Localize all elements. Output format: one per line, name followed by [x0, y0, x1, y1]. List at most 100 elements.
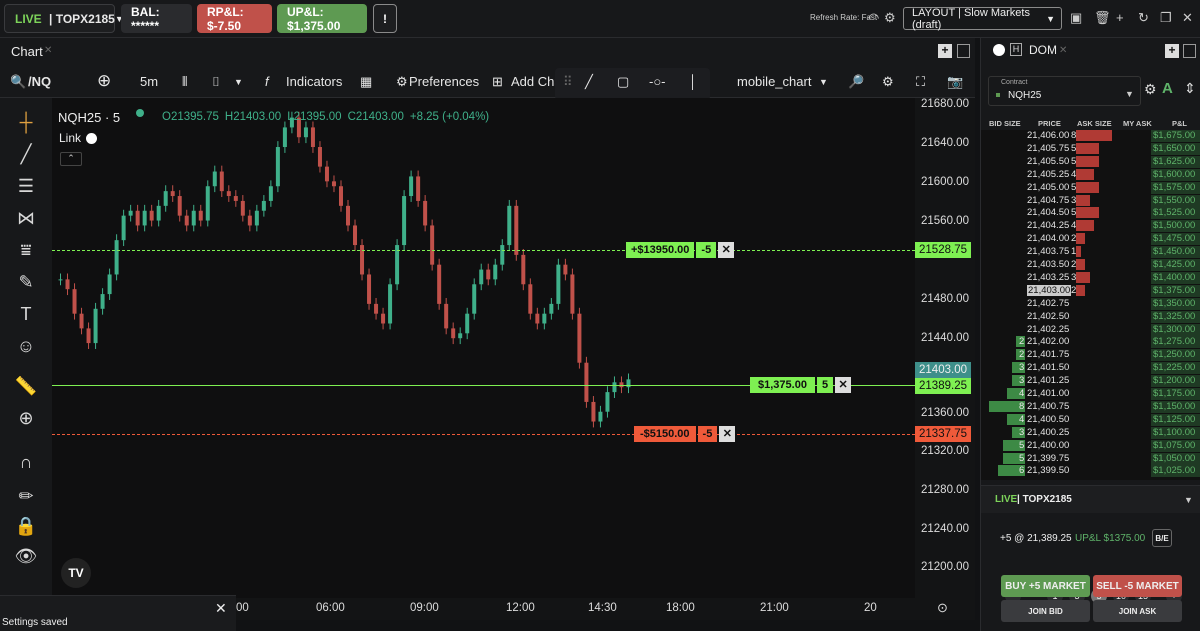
price-cell[interactable]: 21,400.75	[1027, 401, 1069, 412]
breakeven-button[interactable]: B/E	[1152, 529, 1172, 547]
price-cell[interactable]: 21,403.00	[1027, 284, 1072, 296]
dom-row[interactable]: 4 21,401.00 $1,175.00	[981, 388, 1200, 400]
price-cell[interactable]: 21,403.25	[1027, 272, 1069, 283]
price-cell[interactable]: 21,401.50	[1027, 362, 1069, 373]
dom-row[interactable]: 3 21,401.50 $1,225.00	[981, 362, 1200, 375]
brush-icon[interactable]: ✎	[14, 272, 38, 293]
price-cell[interactable]: 21,401.00	[1027, 388, 1069, 399]
buy-market-button[interactable]: BUY +5 MARKET	[1001, 575, 1090, 597]
pattern-icon[interactable]: ⋈	[14, 208, 38, 229]
close-icon[interactable]: ✕	[1059, 45, 1067, 56]
emoji-icon[interactable]: ☺	[14, 336, 38, 357]
price-cell[interactable]: 21,401.25	[1027, 375, 1069, 386]
dom-row[interactable]: 2 21,401.75 $1,250.00	[981, 349, 1200, 362]
price-cell[interactable]: 21,404.25	[1027, 220, 1069, 231]
interval-selector[interactable]: 5m	[140, 74, 158, 89]
dom-row[interactable]: 21,405.50 5 $1,625.00	[981, 155, 1200, 168]
close-icon[interactable]: ✕	[718, 242, 735, 258]
templates-icon[interactable]: ▦	[360, 74, 372, 90]
close-icon[interactable]: ✕	[1182, 10, 1193, 26]
symbol-search[interactable]: /NQ	[28, 74, 51, 89]
sell-market-button[interactable]: SELL -5 MARKET	[1093, 575, 1182, 597]
price-cell[interactable]: 21,400.25	[1027, 427, 1069, 438]
contract-selector[interactable]: Contract NQH25 ▼	[988, 76, 1141, 106]
dom-link-icon[interactable]	[993, 44, 1005, 56]
dom-row[interactable]: 21,403.75 1 $1,450.00	[981, 246, 1200, 259]
dom-row[interactable]: 21,404.25 4 $1,500.00	[981, 220, 1200, 233]
collapse-icon[interactable]: ⌃	[60, 152, 82, 166]
balance-badge[interactable]: BAL: ******	[121, 4, 192, 33]
camera-icon[interactable]: 📷	[947, 74, 963, 90]
zoom-in-icon[interactable]: ⊕	[14, 408, 38, 429]
horizontal-line-icon[interactable]: -○-	[649, 74, 666, 89]
price-cell[interactable]: 21,402.50	[1027, 311, 1069, 322]
trend-line-icon[interactable]: ╱	[585, 74, 593, 90]
trash-icon[interactable]: 🗑	[1094, 10, 1111, 26]
add-panel-icon[interactable]: +	[938, 44, 952, 58]
price-cell[interactable]: 21,402.75	[1027, 298, 1069, 309]
chevron-down-icon[interactable]: ▼	[819, 77, 828, 87]
restore-icon[interactable]: ❐	[1160, 10, 1172, 26]
dom-row[interactable]: 5 21,400.00 $1,075.00	[981, 439, 1200, 452]
dom-row[interactable]: 21,403.25 3 $1,400.00	[981, 271, 1200, 284]
price-cell[interactable]: 21,399.50	[1027, 465, 1069, 476]
position-tag[interactable]: $1,375.00 5 ✕	[750, 377, 852, 393]
join-bid-button[interactable]: JOIN BID	[1001, 600, 1090, 622]
bar-style-icon[interactable]: ⫴	[182, 74, 187, 90]
dom-row[interactable]: 21,405.75 5 $1,650.00	[981, 142, 1200, 155]
realized-pnl-badge[interactable]: RP&L: $-7.50	[197, 4, 272, 33]
save-icon[interactable]: ▣	[1070, 10, 1082, 26]
target-order-tag[interactable]: +$13950.00 -5 ✕	[626, 242, 735, 258]
add-icon[interactable]: +	[1116, 10, 1124, 25]
center-icon[interactable]: ⇕	[1184, 80, 1196, 97]
price-chart[interactable]: NQH25 · 5 O21395.75 H21403.00 L21395.00 …	[52, 98, 915, 598]
price-cell[interactable]: 21,402.25	[1027, 324, 1069, 335]
dom-row[interactable]: 21,403.00 2 $1,375.00	[981, 284, 1200, 297]
price-axis[interactable]: 21680.00 21640.00 21600.00 21560.00 2148…	[915, 98, 975, 598]
ruler-icon[interactable]: 📏	[14, 376, 38, 397]
target-order-line[interactable]	[52, 250, 915, 251]
prediction-icon[interactable]: ⩸	[14, 240, 38, 261]
close-icon[interactable]: ✕	[835, 377, 852, 393]
price-cell[interactable]: 21,404.75	[1027, 195, 1069, 206]
gear-icon[interactable]: ⚙	[1144, 81, 1157, 98]
dom-row[interactable]: 3 21,401.25 $1,200.00	[981, 375, 1200, 388]
price-cell[interactable]: 21,400.00	[1027, 440, 1069, 451]
dom-row[interactable]: 21,402.75 $1,350.00	[981, 297, 1200, 310]
price-cell[interactable]: 21,405.50	[1027, 156, 1069, 167]
chart-settings-icon[interactable]: ⚙	[882, 74, 894, 90]
price-cell[interactable]: 21,401.75	[1027, 349, 1069, 360]
lock-icon[interactable]: 🔒	[14, 516, 38, 537]
price-cell[interactable]: 21,405.75	[1027, 143, 1069, 154]
lock-drawing-icon[interactable]: ✏	[14, 486, 38, 507]
dom-row[interactable]: 2 21,402.00 $1,275.00	[981, 336, 1200, 349]
dom-row[interactable]: 21,405.25 4 $1,600.00	[981, 168, 1200, 181]
tradingview-logo[interactable]: TV	[61, 558, 91, 588]
tab-dom[interactable]: DOM	[1029, 43, 1057, 57]
dom-row[interactable]: 8 21,400.75 $1,150.00	[981, 400, 1200, 413]
search-icon[interactable]: 🔍	[10, 74, 26, 90]
price-cell[interactable]: 21,403.75	[1027, 246, 1069, 257]
info-icon[interactable]: !	[373, 4, 397, 33]
settings-icon[interactable]: ⚙	[884, 10, 896, 26]
price-cell[interactable]: 21,405.00	[1027, 182, 1069, 193]
eye-icon[interactable]: 👁	[14, 546, 38, 567]
crosshair-icon[interactable]: ┼	[14, 112, 38, 133]
candle-style-icon[interactable]: ⌷	[212, 74, 220, 90]
h-icon[interactable]: H	[1010, 43, 1022, 56]
quick-search-icon[interactable]: 🔎	[848, 74, 864, 90]
price-cell[interactable]: 21,406.00	[1027, 130, 1069, 141]
maximize-icon[interactable]	[1183, 44, 1196, 58]
close-icon[interactable]: ✕	[44, 45, 52, 56]
account-selector[interactable]: LIVE | TOPX2185 ▼	[4, 4, 124, 33]
price-cell[interactable]: 21,402.00	[1027, 336, 1069, 347]
unrealized-pnl-badge[interactable]: UP&L: $1,375.00	[277, 4, 367, 33]
dom-row[interactable]: 21,402.25 $1,300.00	[981, 323, 1200, 336]
rectangle-icon[interactable]: ▢	[617, 74, 629, 90]
stop-order-line[interactable]	[52, 434, 915, 435]
dom-row[interactable]: 21,406.00 8 $1,675.00	[981, 130, 1200, 142]
dom-row[interactable]: 3 21,400.25 $1,100.00	[981, 426, 1200, 439]
indicators-button[interactable]: Indicators	[286, 74, 342, 89]
dom-row[interactable]: 21,404.00 2 $1,475.00	[981, 233, 1200, 246]
dom-row[interactable]: 6 21,399.50 $1,025.00	[981, 465, 1200, 478]
